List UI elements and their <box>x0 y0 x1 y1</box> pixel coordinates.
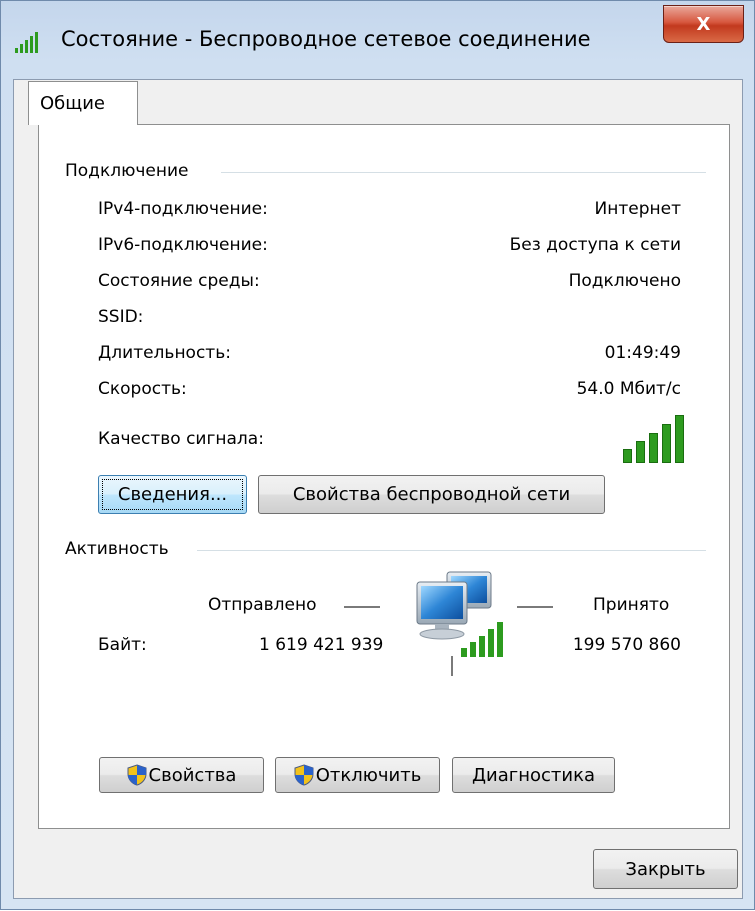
disable-button-label: Отключить <box>315 764 422 786</box>
status-window: Состояние - Беспроводное сетевое соедине… <box>0 0 755 910</box>
uac-shield-icon <box>294 764 314 786</box>
properties-button-label: Свойства <box>148 764 237 786</box>
network-computers-icon <box>416 571 503 657</box>
uac-shield-icon <box>127 764 147 786</box>
close-button[interactable]: Закрыть <box>593 849 738 889</box>
diagnose-button[interactable]: Диагностика <box>452 757 615 793</box>
close-button-label: Закрыть <box>625 858 706 880</box>
sent-connector-line <box>344 606 380 608</box>
activity-divider <box>451 656 453 676</box>
properties-button[interactable]: Свойства <box>99 757 264 793</box>
bytes-label: Байт: <box>98 635 147 655</box>
bytes-received-value: 199 570 860 <box>572 635 681 655</box>
bytes-sent-value: 1 619 421 939 <box>259 635 384 655</box>
received-connector-line <box>517 606 553 608</box>
diagnose-button-label: Диагностика <box>471 764 595 786</box>
disable-button[interactable]: Отключить <box>275 757 440 793</box>
sent-label: Отправлено <box>208 595 317 615</box>
received-label: Принято <box>593 595 670 615</box>
